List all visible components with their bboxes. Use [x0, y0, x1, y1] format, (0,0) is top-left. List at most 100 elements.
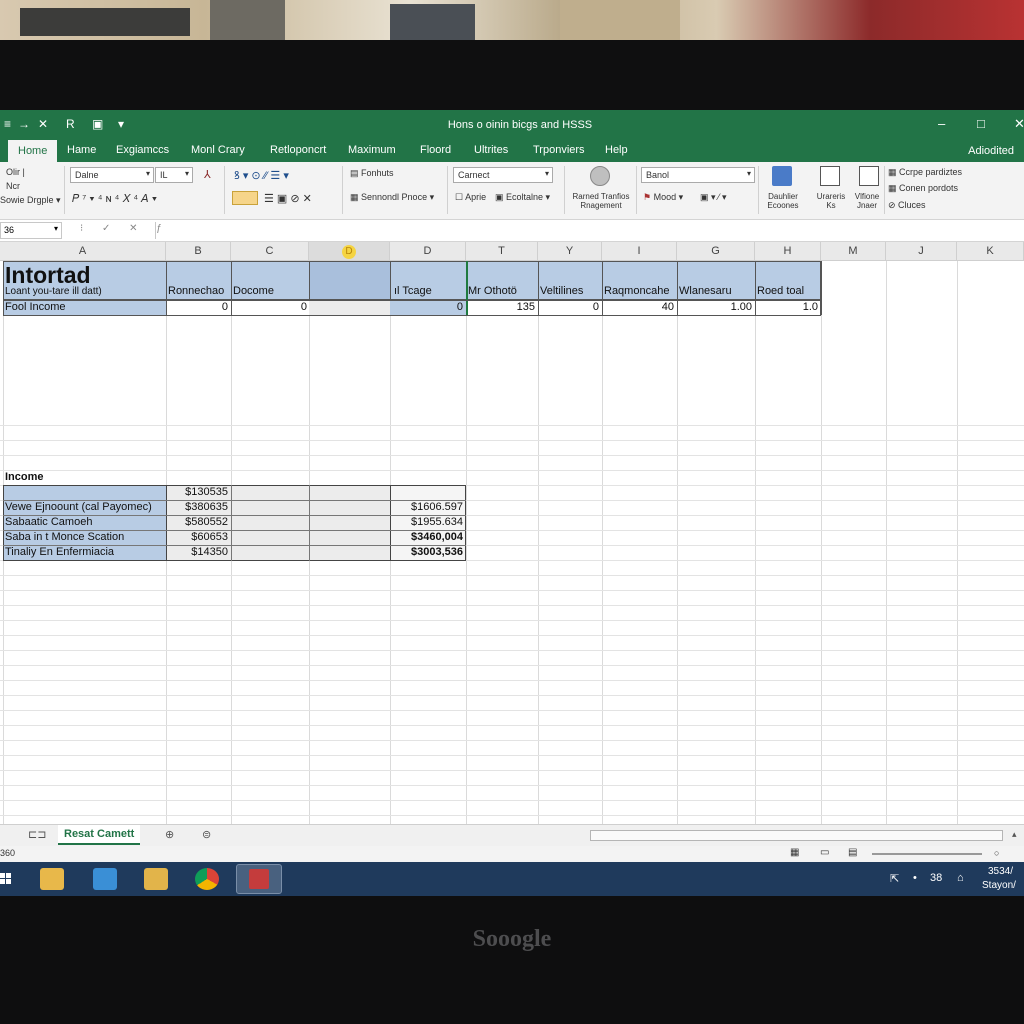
header-cell[interactable]: Veltilines	[540, 285, 583, 297]
data-cell[interactable]: 40	[602, 301, 674, 313]
column-header[interactable]: D	[390, 242, 466, 261]
editing-label[interactable]: Dauhlier Ecoones	[764, 192, 802, 210]
format-painter-icon[interactable]: ⅄	[204, 168, 211, 181]
font-size-select[interactable]: IL ▾	[155, 167, 193, 183]
tab-ultrites[interactable]: Ultrites	[474, 144, 508, 156]
tray-icon[interactable]: •	[913, 872, 917, 884]
right-item[interactable]: ⊘ Cluces	[888, 200, 926, 211]
number-item[interactable]: ☐ Aprie	[455, 192, 486, 203]
windows-start-icon[interactable]	[0, 868, 14, 890]
tab-trponviers[interactable]: Trponviers	[533, 144, 585, 156]
zoom-slider[interactable]	[872, 853, 982, 855]
close-doc-icon[interactable]: ✕	[38, 117, 48, 131]
header-cell[interactable]: Ronnechao	[168, 285, 224, 297]
data-cell[interactable]: 0	[390, 301, 463, 313]
data-cell[interactable]: 1.0	[755, 301, 818, 313]
redo-icon[interactable]: →	[18, 117, 30, 131]
cells-select[interactable]: Banol ▾	[641, 167, 755, 183]
data-cell[interactable]: 135	[466, 301, 535, 313]
active-app-button[interactable]	[236, 864, 282, 894]
number-format-select[interactable]: Carnect ▾	[453, 167, 553, 183]
clipboard-item[interactable]: Sowie Drgple ▾	[0, 195, 61, 206]
sheet-subtitle[interactable]: Loant you-tare ill datt)	[5, 286, 102, 297]
tray-icon[interactable]: 38	[930, 872, 942, 884]
menu-icon[interactable]: ≡	[4, 117, 11, 131]
clipboard-item[interactable]: Ncr	[6, 181, 20, 191]
fool-income-label[interactable]: Fool Income	[5, 301, 66, 313]
merge-icons[interactable]: ☰ ▣ ⊘ ✕	[264, 192, 312, 205]
column-header[interactable]: A	[0, 242, 166, 261]
cells-extra-icons[interactable]: ▣ ▾ ⁄ ▾	[700, 192, 727, 203]
taskbar-date[interactable]: Stayon/	[982, 880, 1016, 891]
spreadsheet-grid[interactable]: A B C D D T Y I G H M J K Intortad Loant…	[0, 242, 1024, 824]
data-cell[interactable]: 0	[538, 301, 599, 313]
tab-maximum[interactable]: Maximum	[348, 144, 396, 156]
tab-home[interactable]: Home	[8, 140, 58, 162]
column-header[interactable]: I	[602, 242, 677, 261]
tab-hame[interactable]: Hame	[67, 144, 96, 156]
income-b-cell[interactable]: $380635	[166, 501, 228, 513]
close-button[interactable]: ✕	[1014, 116, 1024, 132]
column-header[interactable]: D	[309, 242, 390, 261]
income-row-label[interactable]: Tinaliy En Enfermiacia	[5, 546, 114, 558]
sheet-nav-icon[interactable]: ⊏⊐	[28, 828, 46, 841]
column-header[interactable]: B	[166, 242, 231, 261]
column-header[interactable]: G	[677, 242, 755, 261]
column-header[interactable]: M	[821, 242, 886, 261]
header-cell[interactable]: Mr Othotö	[468, 285, 517, 297]
column-header[interactable]: C	[231, 242, 309, 261]
clipboard-item[interactable]: Olir |	[6, 167, 25, 177]
file-explorer-icon[interactable]	[40, 868, 64, 890]
income-row-label[interactable]: Vewe Ejnoount (cal Payomec)	[5, 501, 152, 513]
tab-help[interactable]: Help	[605, 144, 628, 156]
income-row-label[interactable]: Saba in t Monce Scation	[5, 531, 124, 543]
data-cell[interactable]: 1.00	[677, 301, 752, 313]
header-cell[interactable]: Wlanesaru	[679, 285, 732, 297]
font-format-icons[interactable]: 𝑃 ⁷ ▾ ⁴ ɴ ⁴ 𝑋 ⁴ 𝘈 ▾	[72, 192, 157, 206]
customize-icon[interactable]: ▾	[118, 117, 124, 131]
income-d-cell[interactable]: $1606.597	[390, 501, 463, 513]
page-layout-icon[interactable]: ▭	[820, 847, 829, 858]
formula-input[interactable]	[155, 222, 1024, 239]
font-name-select[interactable]: Dalne ▾	[70, 167, 154, 183]
horizontal-scrollbar[interactable]	[590, 830, 1003, 841]
income-d-cell[interactable]: $3003,536	[390, 546, 463, 558]
conditional-format-icon[interactable]	[590, 166, 610, 186]
income-b-cell[interactable]: $60653	[166, 531, 228, 543]
column-header[interactable]: T	[466, 242, 538, 261]
sheet-title[interactable]: Intortad	[5, 262, 91, 289]
header-cell[interactable]: Roed toal	[757, 285, 804, 297]
chrome-icon[interactable]	[195, 868, 219, 890]
data-cell[interactable]: 0	[166, 301, 228, 313]
wrap-text-button[interactable]	[232, 191, 258, 205]
account-name[interactable]: Adiodited	[968, 145, 1014, 157]
documents-icon[interactable]	[144, 868, 168, 890]
autosave-icon[interactable]: R	[66, 117, 75, 131]
cells-item[interactable]: ⚑ Mood ▾	[643, 192, 683, 203]
insert-icon[interactable]	[772, 166, 792, 186]
folder-icon[interactable]	[93, 868, 117, 890]
column-header[interactable]: K	[957, 242, 1024, 261]
minimize-button[interactable]: –	[938, 116, 945, 131]
header-cell[interactable]: Raqmoncahe	[604, 285, 669, 297]
income-b-cell[interactable]: $14350	[166, 546, 228, 558]
table-icon[interactable]	[820, 166, 840, 186]
save-icon[interactable]: ▣	[92, 117, 103, 131]
income-b-cell[interactable]: $580552	[166, 516, 228, 528]
styles-select[interactable]: ▦ Sennondl Pnoce ▾	[350, 192, 434, 203]
column-header[interactable]: J	[886, 242, 957, 261]
income-d-cell[interactable]: $1955.634	[390, 516, 463, 528]
number-item[interactable]: ▣ Ecoltalne ▾	[495, 192, 550, 203]
income-row-label[interactable]: Sabaatic Camoeh	[5, 516, 92, 528]
data-cell[interactable]: 0	[231, 301, 307, 313]
taskbar-time[interactable]: 3534/	[988, 866, 1013, 877]
align-icons[interactable]: ꝸ ▾ ⊙ ⁄⁄ ☰ ▾	[234, 168, 289, 183]
header-cell[interactable]: ıl Tcage	[394, 285, 432, 297]
tab-floord[interactable]: Floord	[420, 144, 451, 156]
maximize-button[interactable]: □	[977, 116, 985, 131]
filter-icon[interactable]	[859, 166, 879, 186]
tab-monl-crary[interactable]: Monl Crary	[191, 144, 245, 156]
tab-retloponcrt[interactable]: Retloponcrt	[270, 144, 326, 156]
income-b-cell[interactable]: $130535	[166, 486, 228, 498]
name-box[interactable]: 36 ▾	[0, 222, 62, 239]
